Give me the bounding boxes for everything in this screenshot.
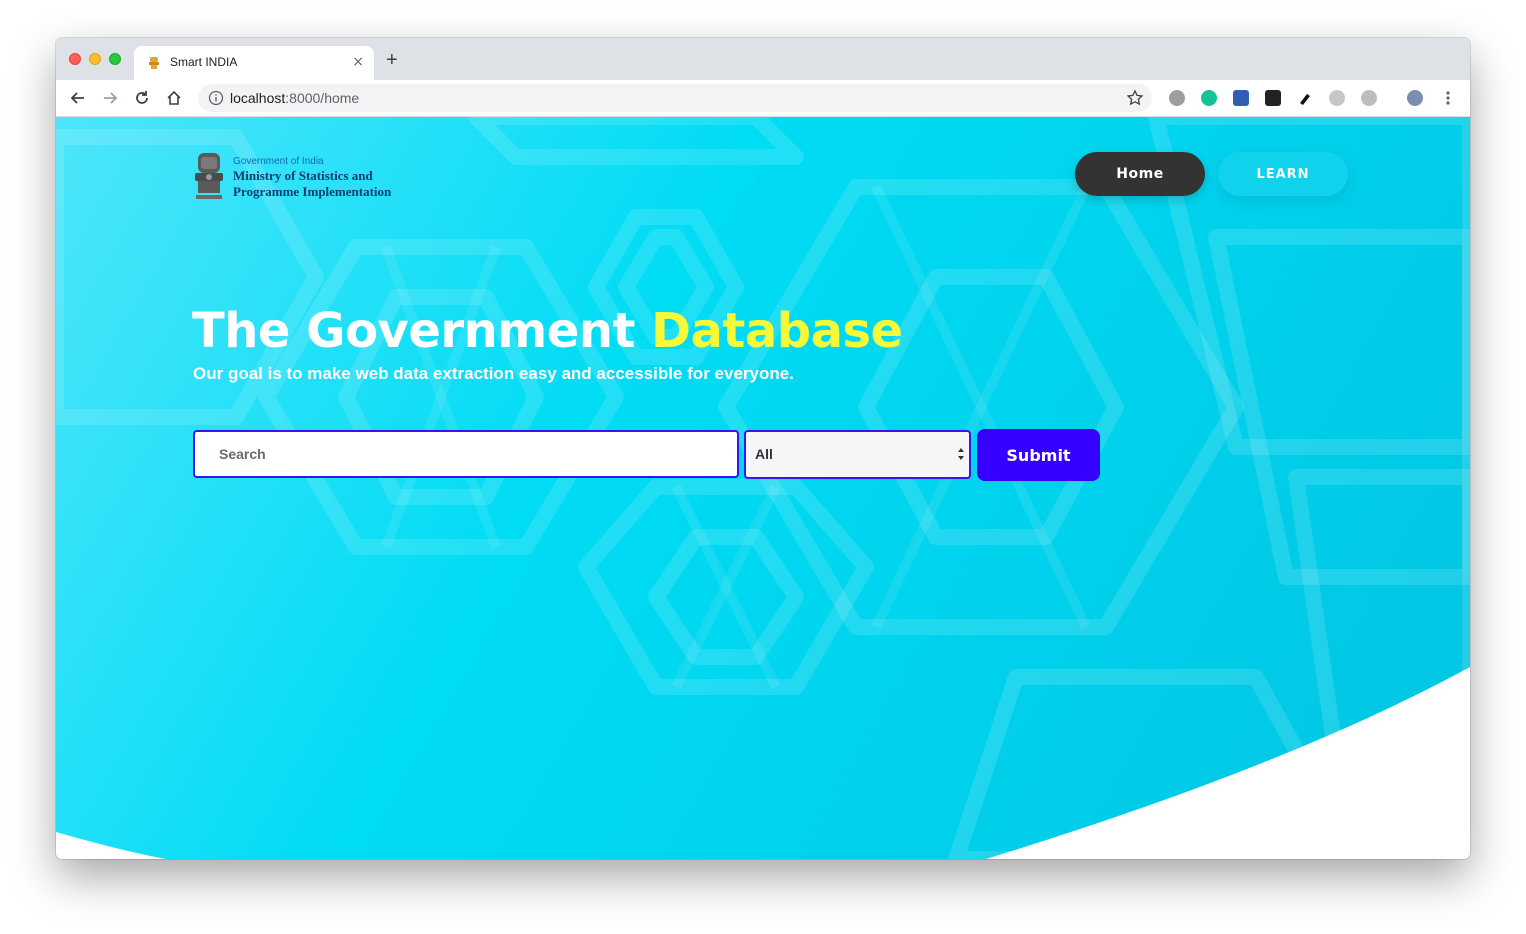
submit-button[interactable]: Submit xyxy=(977,429,1100,481)
bookmark-star-icon[interactable] xyxy=(1126,89,1144,107)
tab-smart-india[interactable]: Smart INDIA × xyxy=(134,46,374,80)
extension-database-icon[interactable] xyxy=(1169,90,1185,106)
logo-ministry-line2: Programme Implementation xyxy=(233,184,392,199)
extension-pen-icon[interactable] xyxy=(1297,90,1313,106)
tab-close-icon[interactable]: × xyxy=(352,53,364,71)
new-tab-button[interactable]: + xyxy=(386,50,398,70)
extension-check-icon[interactable] xyxy=(1265,90,1281,106)
browser-window: Smart INDIA × + localhost:8000/home Gove… xyxy=(56,38,1470,859)
logo-ministry-line1: Ministry of Statistics and xyxy=(233,168,373,183)
menu-kebab-icon[interactable] xyxy=(1438,88,1458,108)
bottom-white-curve xyxy=(56,667,1470,859)
hero-title: The Government Database xyxy=(192,303,903,359)
hero-title-highlight: Database xyxy=(651,303,903,359)
minimize-window-button[interactable] xyxy=(89,53,101,65)
extension-bulb-icon[interactable] xyxy=(1361,90,1377,106)
tab-strip: Smart INDIA × + xyxy=(56,38,1470,80)
url-host: localhost xyxy=(230,90,286,106)
home-icon[interactable] xyxy=(164,88,184,108)
url-path: :8000/home xyxy=(285,90,360,106)
extension-screen-icon[interactable] xyxy=(1233,90,1249,106)
address-bar[interactable]: localhost:8000/home xyxy=(198,84,1152,112)
browser-toolbar: localhost:8000/home xyxy=(56,80,1470,117)
state-emblem-icon xyxy=(195,153,223,199)
select-updown-icon xyxy=(958,448,964,460)
home-page: Government of India Ministry of Statisti… xyxy=(56,117,1470,859)
hero-subtitle: Our goal is to make web data extraction … xyxy=(193,364,794,383)
tab-title: Smart INDIA xyxy=(170,55,238,69)
reload-icon[interactable] xyxy=(132,88,152,108)
maximize-window-button[interactable] xyxy=(109,53,121,65)
info-icon[interactable] xyxy=(208,90,224,106)
nav-learn-button[interactable]: LEARN xyxy=(1218,152,1348,196)
nav-home-button[interactable]: Home xyxy=(1075,152,1205,196)
profile-avatar[interactable] xyxy=(1407,90,1423,106)
extension-k-icon[interactable] xyxy=(1329,90,1345,106)
back-icon[interactable] xyxy=(68,88,88,108)
forward-icon[interactable] xyxy=(100,88,120,108)
hero-title-main: The Government xyxy=(192,303,652,359)
logo-ministry-text: Ministry of Statistics and Programme Impl… xyxy=(233,168,391,200)
close-window-button[interactable] xyxy=(69,53,81,65)
category-select[interactable]: All xyxy=(744,430,971,479)
emblem-favicon-icon xyxy=(149,57,159,69)
url-text: localhost:8000/home xyxy=(230,90,359,106)
logo-government-text: Government of India xyxy=(233,156,324,167)
search-input[interactable] xyxy=(193,430,739,478)
grammarly-icon[interactable] xyxy=(1201,90,1217,106)
ministry-logo[interactable]: Government of India Ministry of Statisti… xyxy=(192,151,432,203)
category-select-value: All xyxy=(755,446,773,462)
